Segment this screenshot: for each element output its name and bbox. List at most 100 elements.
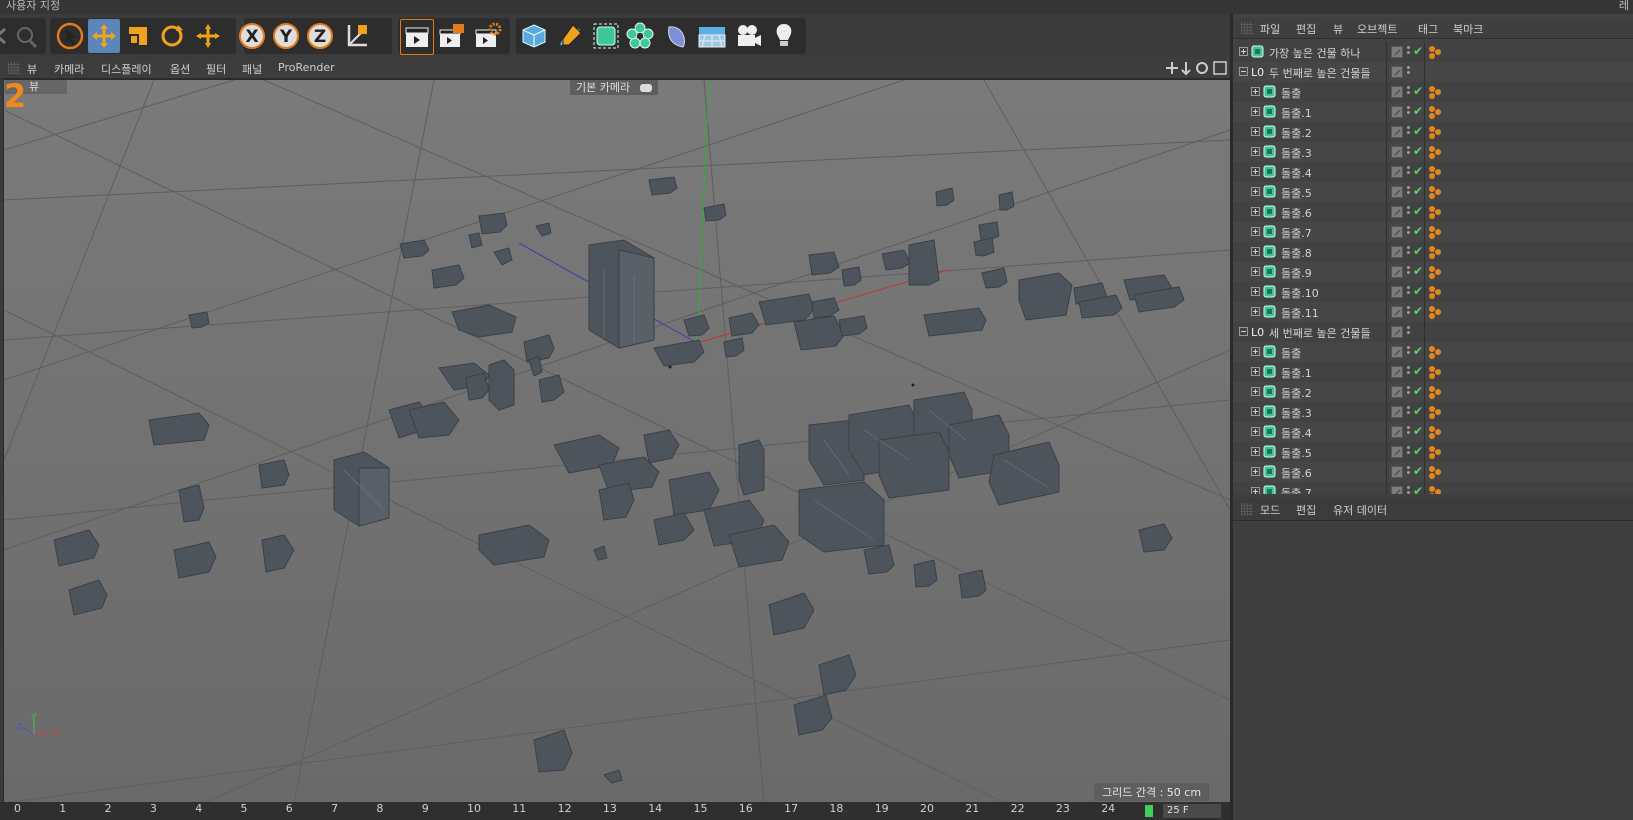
expand-toggle-icon[interactable] (1251, 487, 1260, 494)
object-name[interactable]: 돌출.4 (1281, 165, 1312, 181)
phong-tag-icon[interactable] (1427, 364, 1443, 380)
phong-tag-icon[interactable] (1427, 224, 1443, 240)
redo-button[interactable] (10, 19, 42, 53)
object-name[interactable]: 돌출.7 (1281, 225, 1312, 241)
enabled-check-icon[interactable]: ✔ (1413, 284, 1423, 298)
om-menu-bookmark[interactable]: 북마크 (1453, 21, 1483, 37)
phong-tag-icon[interactable] (1427, 264, 1443, 280)
object-name[interactable]: 돌출.8 (1281, 245, 1312, 261)
enabled-check-icon[interactable]: ✔ (1413, 104, 1423, 118)
object-name[interactable]: 돌출.5 (1281, 185, 1312, 201)
object-row[interactable]: 돌출.2 ✔ (1233, 122, 1633, 142)
object-row[interactable]: L0 세 번째로 높은 건물들 (1233, 322, 1633, 342)
layer-icon[interactable] (1391, 166, 1403, 178)
enabled-check-icon[interactable]: ✔ (1413, 124, 1423, 138)
scale-tool-button[interactable] (122, 19, 154, 53)
object-name[interactable]: 돌출 (1281, 345, 1301, 361)
object-name[interactable]: 돌출.6 (1281, 205, 1312, 221)
z-axis-lock-button[interactable]: Z (304, 19, 336, 53)
object-row[interactable]: 돌출.5 ✔ (1233, 182, 1633, 202)
cloner-button[interactable] (624, 19, 656, 53)
phong-tag-icon[interactable] (1427, 484, 1443, 494)
expand-toggle-icon[interactable] (1251, 247, 1260, 256)
phong-tag-icon[interactable] (1427, 244, 1443, 260)
object-name[interactable]: 돌출.4 (1281, 425, 1312, 441)
layer-icon[interactable] (1391, 286, 1403, 298)
om-menu-tag[interactable]: 태그 (1418, 21, 1438, 37)
layer-icon[interactable] (1391, 66, 1403, 78)
layer-icon[interactable] (1391, 306, 1403, 318)
object-row[interactable]: 돌출.6 ✔ (1233, 202, 1633, 222)
object-row[interactable]: 돌출.1 ✔ (1233, 102, 1633, 122)
object-name[interactable]: 가장 높은 건물 하나 (1269, 45, 1360, 61)
object-name[interactable]: 돌출.1 (1281, 105, 1312, 121)
3d-viewport[interactable]: Y X Z (3, 79, 1231, 804)
visibility-dots-icon[interactable] (1407, 486, 1411, 494)
enabled-check-icon[interactable]: ✔ (1413, 44, 1423, 58)
viewport-menu-filter[interactable]: 필터 (206, 61, 226, 77)
visibility-dots-icon[interactable] (1407, 226, 1411, 238)
layer-icon[interactable] (1391, 106, 1403, 118)
subdivision-button[interactable] (590, 19, 622, 53)
visibility-dots-icon[interactable] (1407, 446, 1411, 458)
phong-tag-icon[interactable] (1427, 304, 1443, 320)
render-settings-button[interactable] (472, 19, 504, 53)
layer-icon[interactable] (1391, 206, 1403, 218)
expand-toggle-icon[interactable] (1251, 127, 1260, 136)
live-select-button[interactable] (54, 19, 86, 53)
expand-toggle-icon[interactable] (1251, 147, 1260, 156)
phong-tag-icon[interactable] (1427, 204, 1443, 220)
grip-handle[interactable] (1241, 22, 1253, 34)
enabled-check-icon[interactable]: ✔ (1413, 144, 1423, 158)
visibility-dots-icon[interactable] (1407, 246, 1411, 258)
expand-toggle-icon[interactable] (1251, 107, 1260, 116)
visibility-dots-icon[interactable] (1407, 306, 1411, 318)
layer-icon[interactable] (1391, 126, 1403, 138)
enabled-check-icon[interactable]: ✔ (1413, 244, 1423, 258)
object-row[interactable]: 돌출.6 ✔ (1233, 462, 1633, 482)
phong-tag-icon[interactable] (1427, 424, 1443, 440)
viewport-menu-panel[interactable]: 패널 (242, 61, 262, 77)
phong-tag-icon[interactable] (1427, 404, 1443, 420)
visibility-dots-icon[interactable] (1407, 366, 1411, 378)
layer-icon[interactable] (1391, 466, 1403, 478)
pen-button[interactable] (554, 19, 586, 53)
visibility-dots-icon[interactable] (1407, 46, 1411, 58)
enabled-check-icon[interactable]: ✔ (1413, 204, 1423, 218)
layer-icon[interactable] (1391, 346, 1403, 358)
object-row[interactable]: 돌출.7 ✔ (1233, 222, 1633, 242)
om-menu-object[interactable]: 오브젝트 (1357, 21, 1397, 37)
object-row[interactable]: 돌출.2 ✔ (1233, 382, 1633, 402)
object-name[interactable]: 돌출.7 (1281, 485, 1312, 494)
phong-tag-icon[interactable] (1427, 284, 1443, 300)
object-row[interactable]: 돌출.1 ✔ (1233, 362, 1633, 382)
layer-icon[interactable] (1391, 226, 1403, 238)
visibility-dots-icon[interactable] (1407, 326, 1411, 338)
grip-handle[interactable] (8, 62, 20, 74)
visibility-dots-icon[interactable] (1407, 126, 1411, 138)
enabled-check-icon[interactable]: ✔ (1413, 384, 1423, 398)
visibility-dots-icon[interactable] (1407, 146, 1411, 158)
visibility-dots-icon[interactable] (1407, 66, 1411, 78)
floor-button[interactable] (696, 19, 728, 53)
frame-field[interactable]: 25 F (1163, 804, 1221, 818)
current-frame-marker[interactable] (1145, 805, 1153, 817)
expand-toggle-icon[interactable] (1251, 267, 1260, 276)
phong-tag-icon[interactable] (1427, 84, 1443, 100)
expand-toggle-icon[interactable] (1251, 227, 1260, 236)
camera-button[interactable] (732, 19, 764, 53)
object-name[interactable]: 돌출.3 (1281, 405, 1312, 421)
object-row[interactable]: 돌출.8 ✔ (1233, 242, 1633, 262)
layer-icon[interactable] (1391, 146, 1403, 158)
phong-tag-icon[interactable] (1427, 464, 1443, 480)
layer-icon[interactable] (1391, 406, 1403, 418)
am-menu-mode[interactable]: 모드 (1260, 502, 1280, 518)
object-name[interactable]: 돌출 (1281, 85, 1301, 101)
enabled-check-icon[interactable]: ✔ (1413, 304, 1423, 318)
object-name[interactable]: 돌출.3 (1281, 145, 1312, 161)
phong-tag-icon[interactable] (1427, 164, 1443, 180)
layer-icon[interactable] (1391, 446, 1403, 458)
visibility-dots-icon[interactable] (1407, 466, 1411, 478)
enabled-check-icon[interactable]: ✔ (1413, 484, 1423, 494)
object-name[interactable]: 세 번째로 높은 건물들 (1269, 325, 1371, 341)
